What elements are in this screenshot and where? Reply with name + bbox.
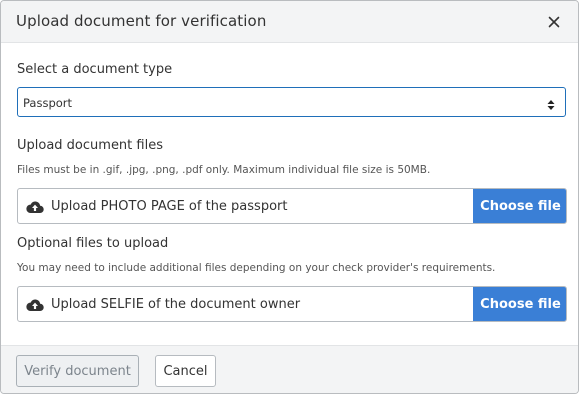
cancel-button[interactable]: Cancel	[155, 355, 216, 387]
dialog-title: Upload document for verification	[16, 12, 267, 30]
optional-files-label: Optional files to upload	[17, 236, 169, 251]
optional-files-hint: You may need to include additional files…	[17, 262, 496, 274]
upload-document-dialog: Upload document for verification Select …	[0, 0, 579, 394]
selfie-upload-label: Upload SELFIE of the document owner	[51, 297, 301, 312]
document-type-label: Select a document type	[17, 62, 173, 77]
dialog-footer: Verify document Cancel	[1, 345, 578, 393]
selfie-upload-field[interactable]: Upload SELFIE of the document owner Choo…	[17, 286, 567, 322]
upload-files-hint: Files must be in .gif, .jpg, .png, .pdf …	[17, 164, 431, 176]
cloud-upload-icon	[26, 297, 44, 312]
photo-page-upload-label: Upload PHOTO PAGE of the passport	[51, 199, 288, 214]
photo-page-upload-field[interactable]: Upload PHOTO PAGE of the passport Choose…	[17, 188, 567, 224]
cloud-upload-icon	[26, 199, 44, 214]
close-icon[interactable]	[546, 14, 562, 30]
document-type-select[interactable]: Passport	[17, 87, 566, 117]
document-type-selected-value: Passport	[23, 96, 73, 110]
dialog-header: Upload document for verification	[1, 1, 578, 43]
select-updown-icon	[547, 96, 555, 110]
verify-document-button[interactable]: Verify document	[16, 355, 139, 387]
choose-file-button[interactable]: Choose file	[473, 287, 566, 321]
upload-files-label: Upload document files	[17, 138, 163, 153]
choose-file-button[interactable]: Choose file	[473, 189, 566, 223]
